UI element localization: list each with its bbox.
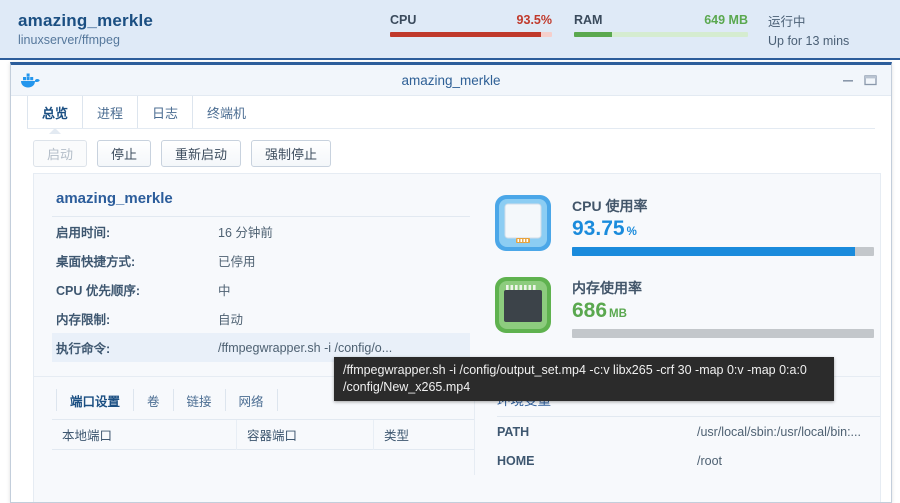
detail-row-shortcut: 桌面快捷方式: 已停用 — [52, 246, 470, 275]
tab-logs-label: 日志 — [152, 105, 179, 121]
memory-gauge-number: 686 — [572, 299, 608, 322]
subtab-links[interactable]: 链接 — [172, 389, 225, 411]
container-header-bar: amazing_merkle linuxserver/ffmpeg CPU 93… — [0, 0, 900, 60]
column-container-port[interactable]: 容器端口 — [237, 419, 374, 450]
detail-value-command: /ffmpegwrapper.sh -i /config/o... — [218, 340, 393, 355]
ports-table: 本地端口 容器端口 类型 — [52, 419, 474, 450]
header-container-name: amazing_merkle — [18, 10, 154, 30]
header-ram-bar — [574, 32, 748, 37]
ports-table-header: 本地端口 容器端口 类型 — [52, 419, 474, 450]
header-status: 运行中 Up for 13 mins — [768, 13, 849, 51]
header-ram-label: RAM — [574, 13, 603, 27]
tab-processes-label: 进程 — [97, 105, 124, 121]
header-cpu-value: 93.5% — [516, 13, 552, 27]
detail-key-memory-limit: 内存限制: — [56, 313, 111, 327]
detail-row-memory-limit: 内存限制: 自动 — [52, 304, 470, 333]
container-detail-window: amazing_merkle 总览 进程 日志 终端机 启动 停止 重新启动 强… — [10, 62, 892, 503]
force-stop-button[interactable]: 强制停止 — [251, 140, 332, 167]
header-identity: amazing_merkle linuxserver/ffmpeg — [0, 10, 390, 49]
detail-key-cpu-priority: CPU 优先顺序: — [56, 284, 141, 298]
window-titlebar: amazing_merkle — [11, 65, 891, 96]
header-cpu-label: CPU — [390, 13, 417, 27]
header-stats: CPU 93.5% RAM 649 MB 运行中 Up for 13 mins — [390, 0, 900, 59]
cpu-gauge-label: CPU 使用率 — [572, 198, 648, 214]
tab-overview-label: 总览 — [42, 105, 69, 121]
window-tabbar: 总览 进程 日志 终端机 — [11, 96, 891, 134]
tab-overview[interactable]: 总览 — [27, 96, 82, 134]
memory-gauge-value: 686 MB — [572, 299, 874, 323]
cpu-usage-gauge: CPU 使用率 93.75% — [492, 192, 874, 256]
detail-key-shortcut: 桌面快捷方式: — [56, 255, 136, 269]
subtab-port-settings[interactable]: 端口设置 — [56, 389, 133, 411]
overview-panel: amazing_merkle 启用时间: 16 分钟前 桌面快捷方式: 已停用 … — [33, 173, 881, 502]
subtab-network[interactable]: 网络 — [224, 389, 278, 411]
env-value-home: /root — [697, 453, 723, 468]
cpu-gauge-number: 93.75 — [572, 217, 625, 240]
header-ram-stat: RAM 649 MB — [574, 13, 748, 37]
cpu-gauge-unit: % — [626, 226, 637, 238]
command-tooltip: /ffmpegwrapper.sh -i /config/output_set.… — [334, 357, 834, 401]
env-key-path: PATH — [497, 424, 530, 439]
memory-usage-gauge: 内存使用率 686 MB — [492, 274, 874, 338]
tab-logs[interactable]: 日志 — [137, 96, 192, 128]
env-value-path: /usr/local/sbin:/usr/local/bin:... — [697, 424, 861, 439]
detail-value-shortcut: 已停用 — [218, 255, 256, 269]
tab-terminal-label: 终端机 — [207, 105, 247, 121]
restart-button[interactable]: 重新启动 — [161, 140, 242, 167]
cpu-chip-icon — [492, 192, 554, 254]
header-image-name: linuxserver/ffmpeg — [18, 32, 120, 47]
subtab-volumes[interactable]: 卷 — [133, 389, 173, 411]
memory-gauge-label: 内存使用率 — [572, 280, 642, 296]
detail-row-cpu-priority: CPU 优先顺序: 中 — [52, 275, 470, 304]
cpu-gauge-body: CPU 使用率 93.75% — [554, 192, 874, 256]
container-details-list: amazing_merkle 启用时间: 16 分钟前 桌面快捷方式: 已停用 … — [52, 188, 470, 362]
header-status-uptime: Up for 13 mins — [768, 34, 850, 48]
resource-gauges: CPU 使用率 93.75% 内存使用率 686 MB — [470, 188, 874, 362]
tabbar-divider — [27, 128, 875, 129]
details-title: amazing_merkle — [52, 188, 470, 217]
env-key-home: HOME — [497, 453, 535, 468]
memory-gauge-unit: MB — [609, 308, 627, 320]
start-button[interactable]: 启动 — [33, 140, 88, 167]
column-local-port[interactable]: 本地端口 — [52, 419, 237, 450]
detail-row-started: 启用时间: 16 分钟前 — [52, 217, 470, 246]
window-title: amazing_merkle — [401, 72, 501, 88]
header-cpu-stat: CPU 93.5% — [390, 13, 552, 37]
detail-value-started: 16 分钟前 — [218, 226, 273, 240]
memory-progress-bar — [572, 329, 874, 338]
header-status-state: 运行中 — [768, 15, 806, 29]
detail-key-command: 执行命令: — [56, 342, 111, 356]
cpu-gauge-value: 93.75% — [572, 217, 874, 241]
action-toolbar: 启动 停止 重新启动 强制停止 — [11, 128, 891, 177]
header-ram-value: 649 MB — [704, 13, 748, 27]
tab-processes[interactable]: 进程 — [82, 96, 137, 128]
detail-value-cpu-priority: 中 — [218, 284, 231, 298]
cpu-progress-bar — [572, 247, 874, 256]
memory-gauge-body: 内存使用率 686 MB — [554, 274, 874, 338]
detail-value-memory-limit: 自动 — [218, 313, 244, 327]
detail-key-started: 启用时间: — [56, 226, 111, 240]
env-row-home: HOME /root — [497, 446, 880, 475]
env-row-path: PATH /usr/local/sbin:/usr/local/bin:... — [497, 417, 880, 446]
memory-chip-icon — [492, 274, 554, 336]
overview-top-section: amazing_merkle 启用时间: 16 分钟前 桌面快捷方式: 已停用 … — [34, 174, 880, 362]
header-cpu-bar — [390, 32, 552, 37]
app-root: amazing_merkle linuxserver/ffmpeg CPU 93… — [0, 0, 900, 503]
stop-button[interactable]: 停止 — [97, 140, 152, 167]
column-type[interactable]: 类型 — [374, 420, 474, 450]
tab-terminal[interactable]: 终端机 — [192, 96, 260, 128]
